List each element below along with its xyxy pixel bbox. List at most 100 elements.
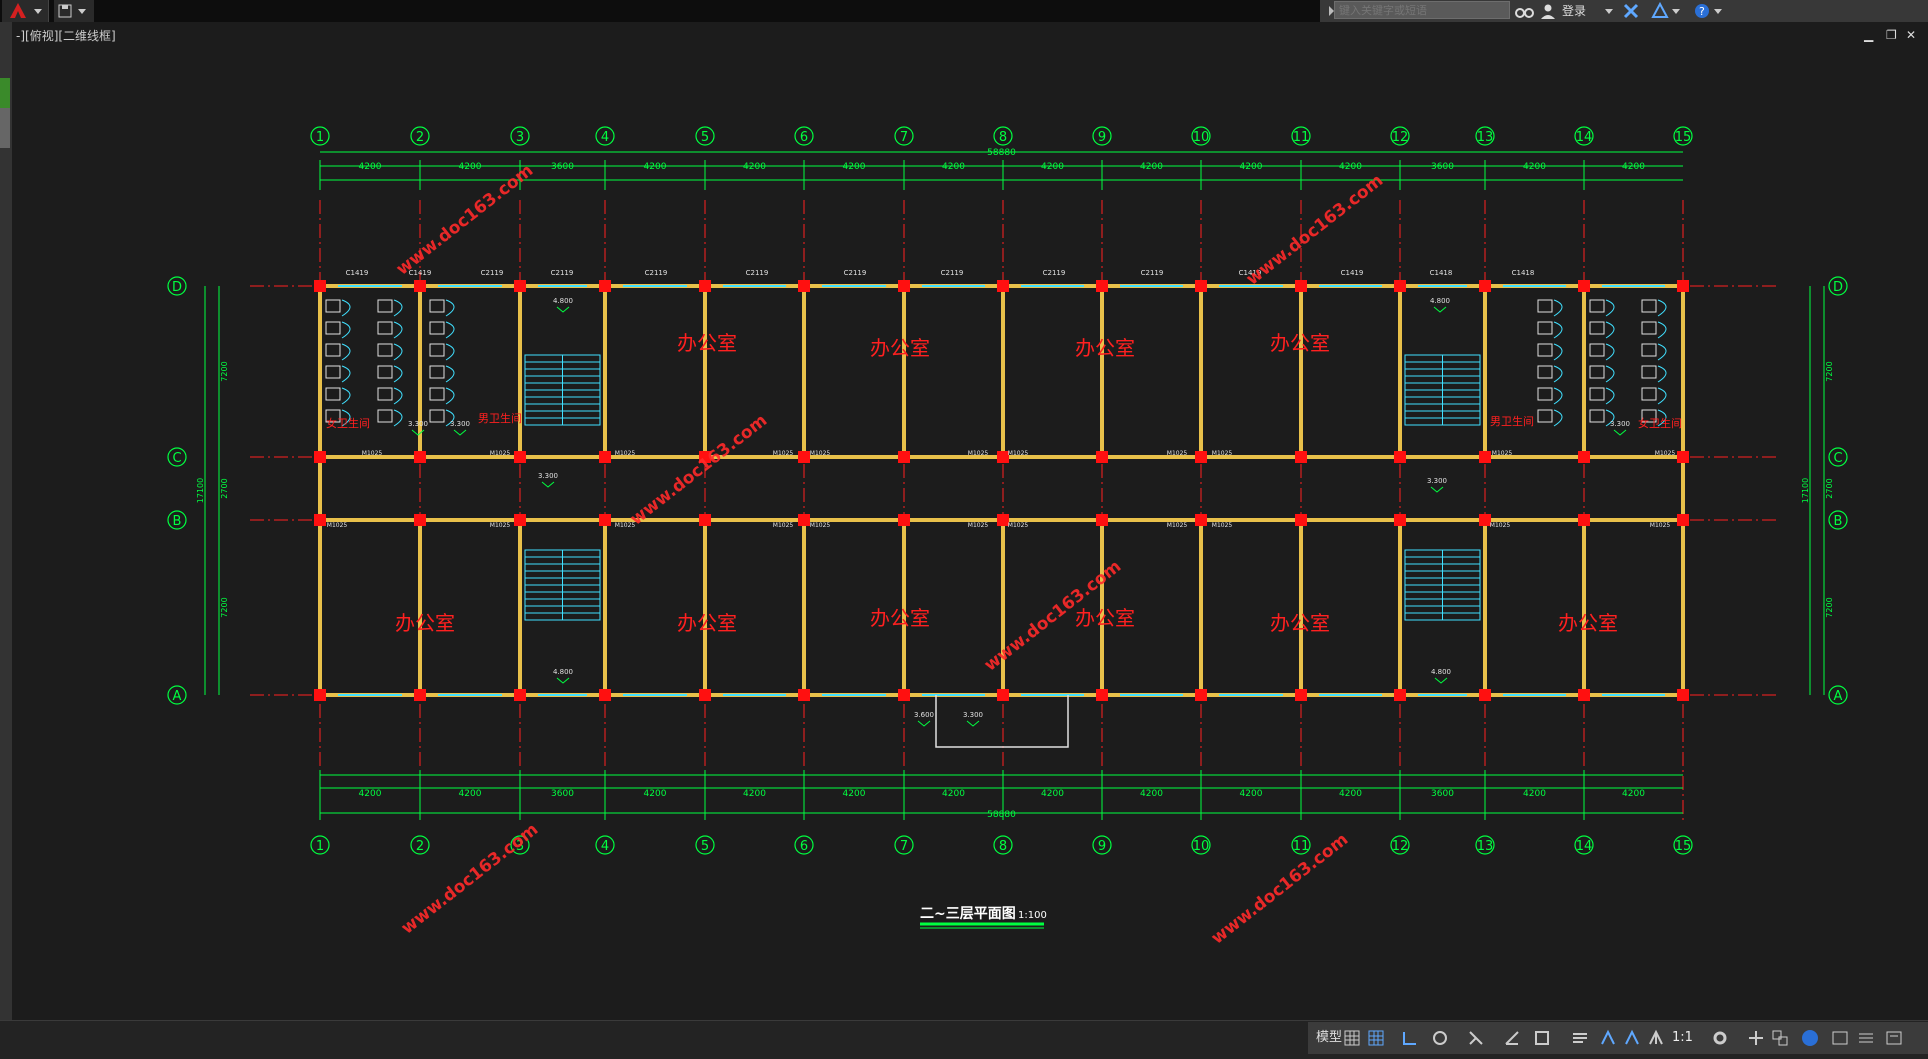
fullscreen-icon[interactable]	[1884, 1028, 1904, 1048]
polar-tracking-icon[interactable]	[1430, 1028, 1450, 1048]
dimension-bottom: 4200	[644, 789, 667, 799]
dimension-top: 3600	[551, 162, 574, 172]
dimension-side: 7200	[220, 361, 229, 381]
room-label-office: 办公室	[1075, 606, 1135, 630]
level-mark-icon	[1613, 429, 1627, 436]
grid-row-label: B	[173, 514, 182, 529]
customization-icon[interactable]	[1856, 1028, 1876, 1048]
isolate-objects-icon[interactable]	[1770, 1028, 1790, 1048]
level-mark-icon	[1433, 306, 1447, 313]
toilet-fixture	[1537, 387, 1553, 401]
structural-column	[1394, 451, 1406, 463]
grid-column-label: 6	[800, 839, 808, 854]
door-label: M1025	[1167, 450, 1188, 457]
structural-column	[1677, 451, 1689, 463]
toilet-fixture	[1641, 321, 1657, 335]
isodraft-icon[interactable]	[1466, 1028, 1486, 1048]
dimension-side-total: 17100	[1801, 478, 1810, 503]
dimension-top: 4200	[644, 162, 667, 172]
grid-column-label: 1	[316, 839, 324, 854]
workspace-gear-icon[interactable]	[1710, 1028, 1730, 1048]
dimension-bottom: 4200	[942, 789, 965, 799]
room-label-office: 办公室	[1270, 331, 1330, 355]
grid-display-icon[interactable]	[1342, 1028, 1362, 1048]
toilet-fixture	[1537, 365, 1553, 379]
structural-column	[699, 280, 711, 292]
structural-column	[798, 689, 810, 701]
grid-column-label: 9	[1098, 839, 1106, 854]
cad-application: ? 登录 -][俯视][二维线框] ▁ ❐ ✕ 办公室办公室办公室办公室办公室办…	[0, 0, 1928, 1059]
level-mark-icon	[917, 720, 931, 727]
object-snap-tracking-icon[interactable]	[1502, 1028, 1522, 1048]
grid-column-label: 14	[1576, 130, 1593, 145]
level-label: 3.600	[914, 711, 934, 719]
toilet-fixture	[325, 321, 341, 335]
door-label: M1025	[1008, 450, 1029, 457]
toilet-fixture	[429, 321, 445, 335]
dimension-top: 4200	[1622, 162, 1645, 172]
clean-screen-icon[interactable]	[1830, 1028, 1850, 1048]
structural-column	[1578, 451, 1590, 463]
grid-row-label: C	[172, 451, 181, 466]
snap-mode-icon[interactable]	[1366, 1028, 1386, 1048]
model-space-button[interactable]: 模型	[1312, 1026, 1346, 1050]
level-label: 4.800	[1430, 297, 1450, 305]
toilet-door-swing	[1553, 409, 1563, 427]
window-label: C2119	[941, 269, 964, 277]
structural-column	[599, 514, 611, 526]
toilet-fixture	[429, 409, 445, 423]
structural-column	[1677, 689, 1689, 701]
grid-column-label: 4	[601, 130, 609, 145]
toilet-fixture	[429, 343, 445, 357]
watermark-text: www.doc163.com	[627, 411, 772, 530]
ortho-mode-icon[interactable]	[1400, 1028, 1420, 1048]
structural-column	[1295, 451, 1307, 463]
structural-column	[1295, 514, 1307, 526]
structural-column	[898, 689, 910, 701]
object-snap-icon[interactable]	[1532, 1028, 1552, 1048]
annotation-visibility-icon[interactable]	[1598, 1028, 1618, 1048]
annotation-scale-value[interactable]: 1:1	[1672, 1026, 1693, 1050]
level-label: 3.300	[450, 420, 470, 428]
dimension-top: 4200	[1339, 162, 1362, 172]
dimension-top: 4200	[1240, 162, 1263, 172]
hardware-acceleration-icon[interactable]	[1800, 1028, 1820, 1048]
grid-column-label: 7	[900, 130, 908, 145]
structural-column	[1195, 280, 1207, 292]
structural-column	[514, 514, 526, 526]
structural-column	[798, 280, 810, 292]
toilet-fixture	[1589, 409, 1605, 423]
structural-column	[414, 280, 426, 292]
window-label: C2119	[746, 269, 769, 277]
dimension-top: 4200	[743, 162, 766, 172]
toilet-fixture	[1537, 409, 1553, 423]
toilet-door-swing	[1657, 365, 1667, 383]
auto-scale-icon[interactable]	[1622, 1028, 1642, 1048]
dimension-bottom: 4200	[1240, 789, 1263, 799]
toilet-door-swing	[1605, 365, 1615, 383]
structural-column	[599, 451, 611, 463]
level-label: 3.300	[1427, 477, 1447, 485]
toilet-door-swing	[341, 343, 351, 361]
structural-column	[414, 451, 426, 463]
grid-row-label: D	[172, 280, 182, 295]
structural-column	[1096, 451, 1108, 463]
toilet-fixture	[429, 299, 445, 313]
structural-column	[997, 280, 1009, 292]
plus-icon[interactable]	[1746, 1028, 1766, 1048]
toilet-door-swing	[445, 365, 455, 383]
grid-column-label: 9	[1098, 130, 1106, 145]
door-label: M1025	[773, 450, 794, 457]
room-label-male-wc: 男卫生间	[478, 411, 522, 425]
toilet-door-swing	[393, 321, 403, 339]
lineweight-icon[interactable]	[1570, 1028, 1590, 1048]
door-label: M1025	[810, 450, 831, 457]
annotation-scale-icon[interactable]	[1646, 1028, 1666, 1048]
door-label: M1025	[362, 450, 383, 457]
grid-column-label: 14	[1576, 839, 1593, 854]
floor-plan-drawing: 办公室 办公室 办公室 办公室办公室 办公室 办公室 办公室 办公室 办公室女卫生间 男卫生间 男卫…	[167, 126, 1848, 949]
window-label: C2119	[551, 269, 574, 277]
window-label: C2119	[645, 269, 668, 277]
dimension-bottom: 4200	[1140, 789, 1163, 799]
grid-column-label: 13	[1477, 839, 1494, 854]
